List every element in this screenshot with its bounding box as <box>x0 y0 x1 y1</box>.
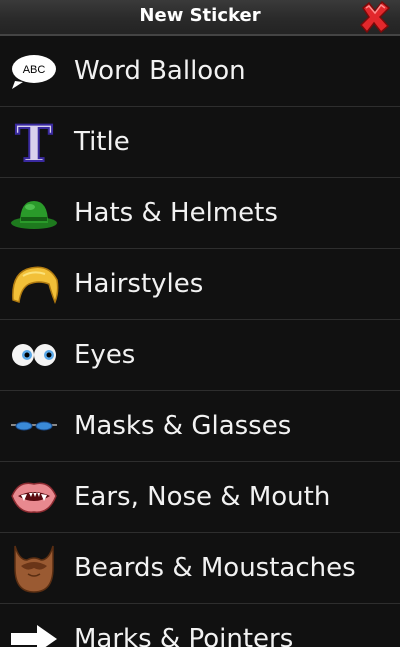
item-label: Ears, Nose & Mouth <box>74 482 331 512</box>
sticker-category-list: ABC Word Balloon T Title Hats & Helmets … <box>0 36 400 647</box>
list-item-hairstyles[interactable]: Hairstyles <box>0 249 400 320</box>
close-icon[interactable] <box>358 0 392 34</box>
glasses-icon <box>8 400 60 452</box>
balloon-text: ABC <box>23 64 46 76</box>
title-bar: New Sticker <box>0 0 400 36</box>
list-item-masks-glasses[interactable]: Masks & Glasses <box>0 391 400 462</box>
item-label: Eyes <box>74 340 136 370</box>
arrow-icon <box>8 613 60 647</box>
speech-balloon-icon: ABC <box>8 45 60 97</box>
letter-t-icon: T <box>8 116 60 168</box>
item-label: Hats & Helmets <box>74 198 278 228</box>
blonde-hair-icon <box>8 258 60 310</box>
new-sticker-dialog: New Sticker ABC Word Balloon T Title Hat… <box>0 0 400 647</box>
green-hat-icon <box>8 187 60 239</box>
eyes-icon <box>8 329 60 381</box>
item-label: Title <box>74 127 130 157</box>
beard-icon <box>8 542 60 594</box>
list-item-marks-pointers[interactable]: Marks & Pointers <box>0 604 400 647</box>
item-label: Word Balloon <box>74 56 246 86</box>
title-glyph: T <box>15 117 52 167</box>
list-item-hats-helmets[interactable]: Hats & Helmets <box>0 178 400 249</box>
list-item-ears-nose-mouth[interactable]: Ears, Nose & Mouth <box>0 462 400 533</box>
item-label: Beards & Moustaches <box>74 553 356 583</box>
mouth-icon <box>8 471 60 523</box>
list-item-beards-moustaches[interactable]: Beards & Moustaches <box>0 533 400 604</box>
item-label: Marks & Pointers <box>74 624 294 647</box>
item-label: Masks & Glasses <box>74 411 292 441</box>
dialog-title: New Sticker <box>139 5 261 26</box>
list-item-eyes[interactable]: Eyes <box>0 320 400 391</box>
list-item-word-balloon[interactable]: ABC Word Balloon <box>0 36 400 107</box>
item-label: Hairstyles <box>74 269 204 299</box>
list-item-title[interactable]: T Title <box>0 107 400 178</box>
